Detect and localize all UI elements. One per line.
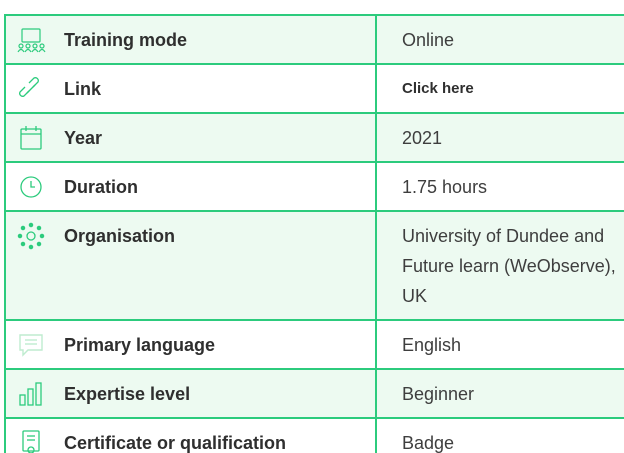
label-cell: Duration	[4, 161, 377, 212]
expertise-level-value: Beginner	[375, 368, 624, 419]
certificate-value: Badge	[375, 417, 624, 453]
link-icon	[16, 74, 46, 104]
row-label: Link	[64, 79, 102, 99]
row-label: Expertise level	[64, 384, 191, 404]
row-label: Organisation	[64, 226, 176, 246]
table-row-year: Year 2021	[4, 112, 624, 163]
row-label: Training mode	[64, 30, 188, 50]
table-row-expertise-level: Expertise level Beginner	[4, 368, 624, 419]
table-row-certificate: Certificate or qualification Badge	[4, 417, 624, 453]
row-label: Primary language	[64, 335, 216, 355]
training-details-page: Training mode Online Link Click here Yea…	[0, 0, 624, 453]
speech-bubble-icon	[16, 330, 46, 360]
label-cell: Year	[4, 112, 377, 163]
row-label: Duration	[64, 177, 138, 197]
label-cell: Primary language	[4, 319, 377, 370]
click-here-link[interactable]: Click here	[375, 63, 624, 114]
certificate-icon	[16, 428, 46, 453]
duration-value: 1.75 hours	[375, 161, 624, 212]
label-cell: Certificate or qualification	[4, 417, 377, 453]
primary-language-value: English	[375, 319, 624, 370]
row-label: Certificate or qualification	[64, 433, 287, 453]
table-row-training-mode: Training mode Online	[4, 14, 624, 65]
row-label: Year	[64, 128, 103, 148]
label-cell: Expertise level	[4, 368, 377, 419]
training-details-table: Training mode Online Link Click here Yea…	[4, 14, 624, 453]
label-cell: Organisation	[4, 210, 377, 321]
table-row-organisation: Organisation University of Dundee and Fu…	[4, 210, 624, 321]
calendar-icon	[16, 123, 46, 153]
clock-icon	[16, 172, 46, 202]
label-cell: Training mode	[4, 14, 377, 65]
table-row-duration: Duration 1.75 hours	[4, 161, 624, 212]
network-icon	[16, 221, 46, 251]
classroom-icon	[16, 25, 46, 55]
bar-chart-icon	[16, 379, 46, 409]
label-cell: Link	[4, 63, 377, 114]
organisation-value: University of Dundee and Future learn (W…	[375, 210, 624, 321]
year-value: 2021	[375, 112, 624, 163]
training-mode-value: Online	[375, 14, 624, 65]
table-row-primary-language: Primary language English	[4, 319, 624, 370]
table-row-link: Link Click here	[4, 63, 624, 114]
